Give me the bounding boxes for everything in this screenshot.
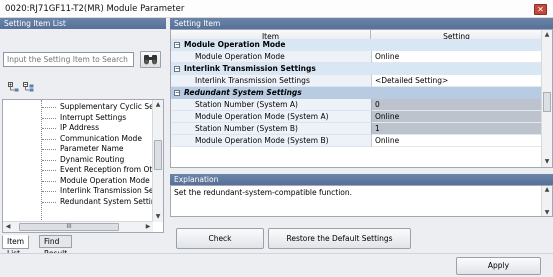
setting-value[interactable]: 1 [371,123,542,135]
search-button[interactable] [140,51,161,68]
setting-row[interactable]: Module Operation Mode (System A) Online [171,111,542,123]
setting-row[interactable]: Station Number (System B) 1 [171,123,542,135]
collapse-icon[interactable]: − [174,42,180,48]
setting-item-header: Setting Item [170,18,553,29]
setting-value[interactable]: <Detailed Setting> [371,75,542,87]
setting-value[interactable]: Online [371,135,542,147]
title-bar: 0020:RJ71GF11-T2(MR) Module Parameter ✕ [0,0,553,18]
scroll-up-icon[interactable]: ▲ [542,30,552,40]
search-input[interactable] [3,52,134,67]
tree-item[interactable]: IP Address [3,123,153,134]
setting-item-list-header: Setting Item List [0,18,166,29]
setting-item-list-pane: Supplementary Cyclic Set Interrupt Setti… [0,29,166,258]
scroll-down-icon[interactable]: ▼ [542,209,552,216]
explanation-panel: Set the redundant-system-compatible func… [170,185,553,217]
group-row[interactable]: − Interlink Transmission Settings [171,63,542,75]
window-title: 0020:RJ71GF11-T2(MR) Module Parameter [5,4,185,14]
scroll-thumb[interactable] [154,140,162,170]
scroll-up-icon[interactable]: ▲ [153,100,163,110]
scroll-right-icon[interactable]: ▶ [143,222,153,232]
setting-row[interactable]: Interlink Transmission Settings <Detaile… [171,75,542,87]
grid-vertical-scrollbar[interactable]: ▲ ▼ [541,30,552,167]
setting-row[interactable]: Module Operation Mode Online [171,51,542,63]
scroll-thumb[interactable]: III [19,223,119,231]
setting-value[interactable]: Online [371,111,542,123]
collapse-icon[interactable]: − [174,90,180,96]
collapse-all-icon[interactable] [23,82,35,92]
setting-row[interactable]: Station Number (System A) 0 [171,99,542,111]
scroll-down-icon[interactable]: ▼ [153,212,163,222]
check-button[interactable]: Check [176,228,264,249]
restore-default-button[interactable]: Restore the Default Settings [268,228,411,249]
expand-all-icon[interactable] [8,82,20,92]
tree-item[interactable]: Interrupt Settings [3,113,153,124]
apply-button[interactable]: Apply [456,257,541,275]
explanation-header: Explanation [170,174,553,185]
setting-value[interactable]: 0 [371,99,542,111]
tab-item-list[interactable]: Item List [2,235,30,258]
tree-item[interactable]: Supplementary Cyclic Set [3,102,153,113]
explanation-scrollbar[interactable]: ▲ ▼ [541,186,552,216]
collapse-icon[interactable]: − [174,66,180,72]
scroll-down-icon[interactable]: ▼ [542,157,552,167]
tree-item-selected[interactable]: Redundant System Settin [3,196,153,207]
scroll-left-icon[interactable]: ◀ [3,222,13,232]
dialog-footer: Apply [0,253,553,277]
tree-item[interactable]: Dynamic Routing [3,155,153,166]
setting-item-grid[interactable]: Item Setting − Module Operation Mode Modu… [170,29,553,168]
tree-item[interactable]: Parameter Name [3,144,153,155]
tree-item[interactable]: Interlink Transmission Se [3,186,153,197]
close-button[interactable]: ✕ [534,4,547,15]
tree-vertical-scrollbar[interactable]: ▲ ▼ [152,100,163,222]
explanation-text: Set the redundant-system-compatible func… [174,188,353,197]
tree-item[interactable]: Communication Mode [3,134,153,145]
module-parameter-window: 0020:RJ71GF11-T2(MR) Module Parameter ✕ … [0,0,553,277]
tree-item[interactable]: Event Reception from Oth [3,165,153,176]
tree-horizontal-scrollbar[interactable]: ◀ III ▶ [3,221,153,232]
setting-row[interactable]: Module Operation Mode (System B) Online [171,135,542,147]
group-row[interactable]: − Module Operation Mode [171,39,542,51]
tab-find-result[interactable]: Find Result [39,235,73,258]
setting-value[interactable]: Online [371,51,542,63]
setting-item-tree[interactable]: Supplementary Cyclic Set Interrupt Setti… [2,99,164,233]
scroll-thumb[interactable] [543,92,551,112]
group-row-selected[interactable]: − Redundant System Settings [171,87,542,99]
scroll-up-icon[interactable]: ▲ [542,186,552,193]
binoculars-icon [144,55,157,65]
tree-item[interactable]: Module Operation Mode [3,176,153,187]
